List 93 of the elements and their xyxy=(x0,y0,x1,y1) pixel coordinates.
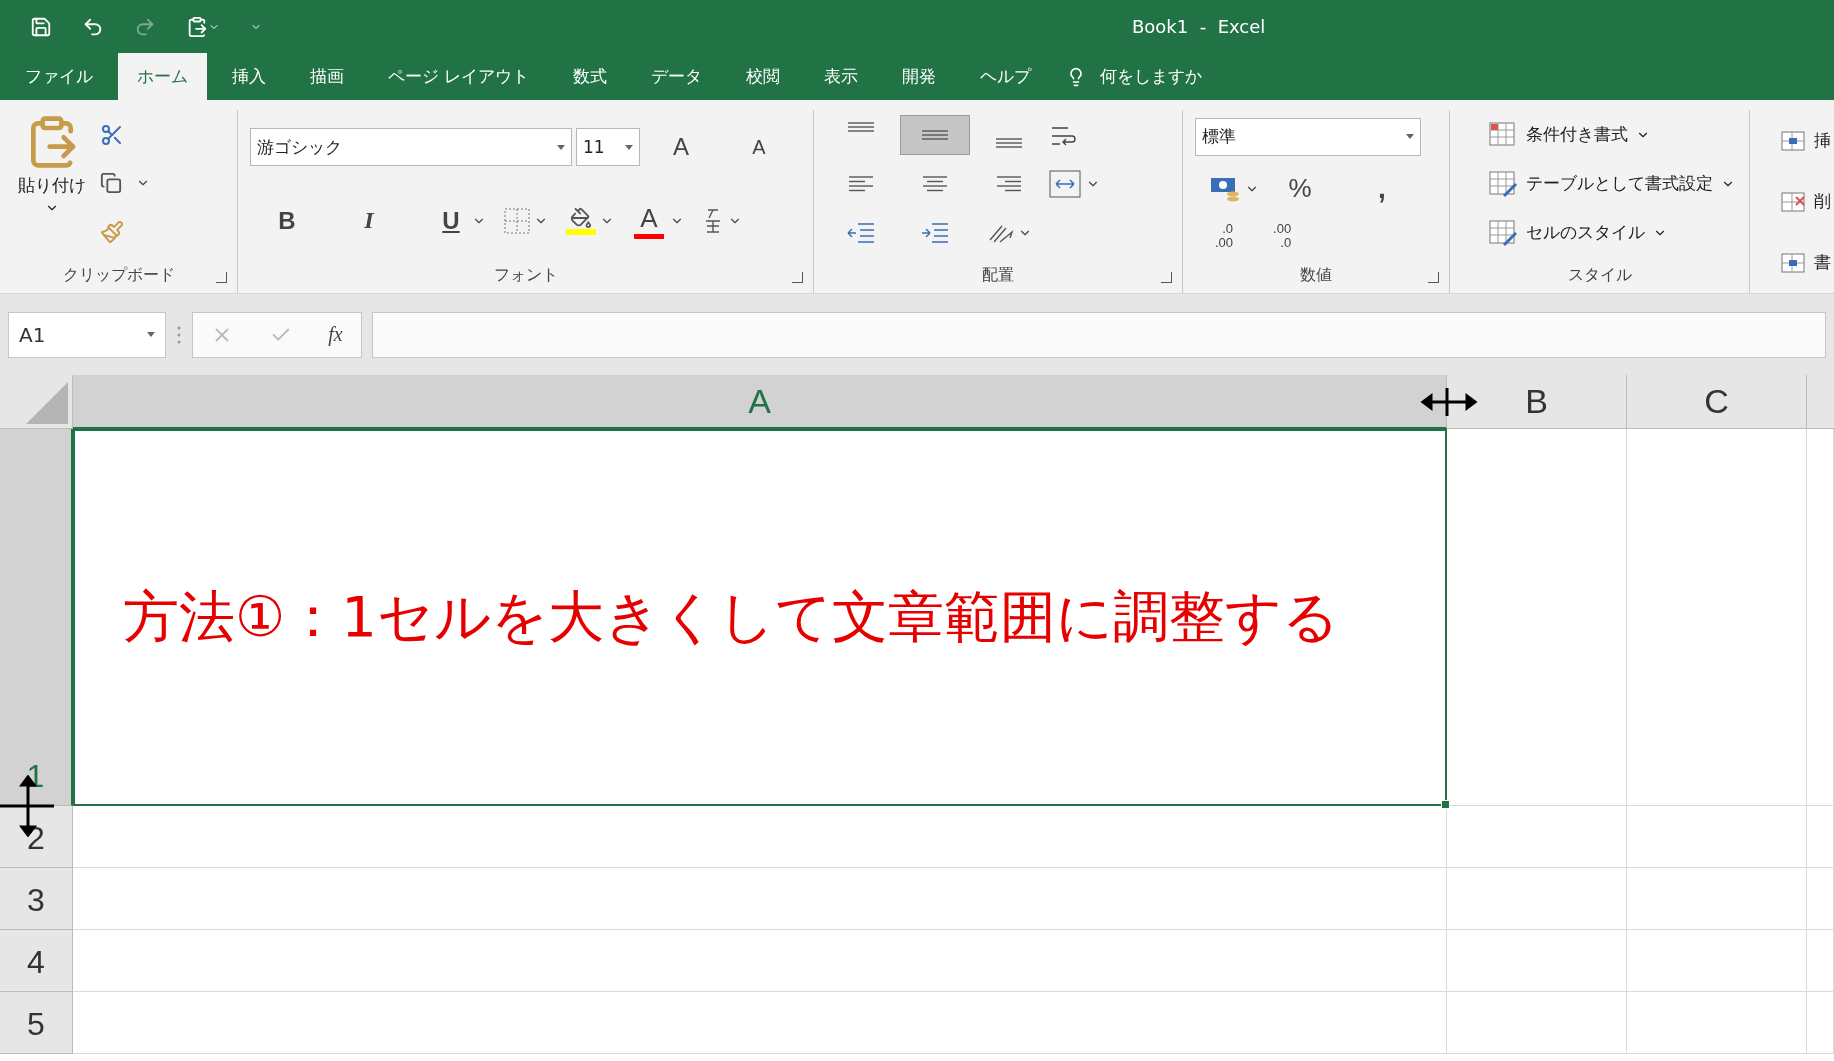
name-box[interactable]: A1 xyxy=(8,311,166,358)
font-color-button[interactable]: A xyxy=(632,202,666,239)
row-header[interactable]: 5 xyxy=(0,992,73,1054)
cells-menu-button[interactable]: 書 xyxy=(1780,249,1834,276)
grid-cell[interactable] xyxy=(1447,868,1627,930)
grip-dots-icon xyxy=(176,324,182,345)
grid-cell[interactable] xyxy=(1807,930,1834,992)
dialog-launcher-icon[interactable] xyxy=(1161,272,1172,283)
align-lines-icon xyxy=(996,137,1022,148)
group-label: クリップボード xyxy=(62,264,175,286)
grid-cell[interactable] xyxy=(73,930,1447,992)
ribbon-tab[interactable]: ホーム xyxy=(118,53,207,100)
bold-button[interactable]: B xyxy=(270,202,304,239)
font-name-select[interactable]: 游ゴシック xyxy=(250,128,572,167)
font-size-select[interactable]: 11 xyxy=(576,128,640,167)
ribbon-tab[interactable]: 描画 xyxy=(291,53,363,100)
ribbon-tab[interactable]: ファイル xyxy=(6,53,112,100)
table-grid-icon[interactable] xyxy=(1488,120,1518,149)
decrease-decimal-button[interactable]: .00 .0 xyxy=(1273,221,1292,250)
increase-decimal-button[interactable]: .0 .00 xyxy=(1215,221,1234,250)
align-lines-icon xyxy=(848,121,874,132)
paste-button[interactable]: 貼り付け xyxy=(12,110,92,257)
grid-cell[interactable] xyxy=(1627,806,1807,868)
group-label: 配置 xyxy=(982,264,1014,286)
active-cell[interactable]: 方法①：1セルを大きくして文章範囲に調整する xyxy=(73,429,1447,806)
comma-button[interactable]: , xyxy=(1365,170,1399,207)
column-header[interactable]: B xyxy=(1447,375,1627,429)
cells-menu-button[interactable]: 挿 xyxy=(1780,127,1834,154)
align-lines-icon[interactable] xyxy=(922,175,948,192)
cells-menu-button[interactable]: 削 xyxy=(1780,188,1834,215)
table-brush-icon[interactable] xyxy=(1488,218,1518,247)
grid-cell[interactable] xyxy=(1447,806,1627,868)
dialog-launcher-icon[interactable] xyxy=(792,272,803,283)
window-title: Book1 - Excel xyxy=(1132,16,1266,37)
align-lines-icon[interactable] xyxy=(848,175,874,192)
grid-cell[interactable] xyxy=(73,868,1447,930)
ribbon-tab[interactable]: 校閲 xyxy=(727,53,800,100)
ribbon-tab[interactable]: ヘルプ xyxy=(961,53,1051,100)
grid-cell[interactable] xyxy=(1627,992,1807,1054)
fill-color-icon[interactable] xyxy=(566,206,596,235)
shrink-font-button[interactable]: A xyxy=(742,129,776,166)
grid-cell[interactable] xyxy=(73,806,1447,868)
percent-button[interactable]: % xyxy=(1283,170,1317,207)
row-header[interactable]: 4 xyxy=(0,930,73,992)
ribbon-tab[interactable]: 開発 xyxy=(883,53,956,100)
ribbon-tab[interactable]: データ xyxy=(632,53,722,100)
group-label: フォント xyxy=(493,264,558,286)
grid-cell[interactable] xyxy=(1807,868,1834,930)
vertical-align-button[interactable] xyxy=(900,114,970,155)
grid-cell[interactable] xyxy=(1447,992,1627,1054)
tell-me-search[interactable]: 何をしますか xyxy=(1100,65,1203,88)
grid-cell[interactable] xyxy=(73,992,1447,1054)
group-label: スタイル xyxy=(1567,264,1632,286)
merge-center-icon[interactable] xyxy=(1048,168,1082,199)
ribbon-tab[interactable]: 表示 xyxy=(805,53,878,100)
group-label: 数値 xyxy=(1300,264,1332,286)
grid-cell[interactable] xyxy=(1627,930,1807,992)
column-header[interactable]: C xyxy=(1627,375,1807,429)
column-resize-cursor-icon xyxy=(1420,388,1478,416)
ribbon-tab[interactable]: ページ レイアウト xyxy=(369,53,549,100)
ribbon-tab[interactable]: 数式 xyxy=(554,53,627,100)
grid-cell[interactable] xyxy=(1807,429,1834,806)
style-menu-button[interactable]: テーブルとして書式設定 xyxy=(1488,169,1737,198)
save-icon[interactable] xyxy=(30,15,52,38)
style-menu-button[interactable]: 条件付き書式 xyxy=(1488,120,1737,149)
scissors-icon[interactable] xyxy=(100,122,124,147)
table-brush-icon[interactable] xyxy=(1488,169,1518,198)
italic-button[interactable]: I xyxy=(352,202,386,239)
column-header[interactable]: A xyxy=(73,375,1447,429)
formula-input-field[interactable] xyxy=(372,311,1826,358)
grid-cell[interactable] xyxy=(1627,429,1807,806)
format-painter-icon[interactable] xyxy=(100,220,124,245)
copy-icon[interactable] xyxy=(100,172,122,195)
grow-font-button[interactable]: A xyxy=(664,129,698,166)
grid-cell[interactable] xyxy=(1807,806,1834,868)
grid-cell[interactable] xyxy=(1447,930,1627,992)
grid-cell[interactable] xyxy=(1447,429,1627,806)
row-header[interactable]: 3 xyxy=(0,868,73,930)
align-lines-icon[interactable] xyxy=(996,175,1022,192)
align-lines-icon xyxy=(922,129,948,140)
clipboard-icon[interactable] xyxy=(186,15,220,38)
dialog-launcher-icon[interactable] xyxy=(216,272,227,283)
style-menu-button[interactable]: セルのスタイル xyxy=(1488,218,1737,247)
fill-handle[interactable] xyxy=(1441,800,1450,809)
increase-indent-icon[interactable] xyxy=(920,220,950,245)
underline-button[interactable]: U xyxy=(434,202,468,239)
dialog-launcher-icon[interactable] xyxy=(1428,272,1439,283)
insert-function-button[interactable]: fx xyxy=(328,323,343,346)
ribbon-tab[interactable]: 挿入 xyxy=(213,53,285,100)
number-format-select[interactable]: 標準 xyxy=(1195,117,1421,156)
grid-cell[interactable] xyxy=(1807,992,1834,1054)
decrease-indent-icon[interactable] xyxy=(846,220,876,245)
grid-cell[interactable] xyxy=(1627,868,1807,930)
